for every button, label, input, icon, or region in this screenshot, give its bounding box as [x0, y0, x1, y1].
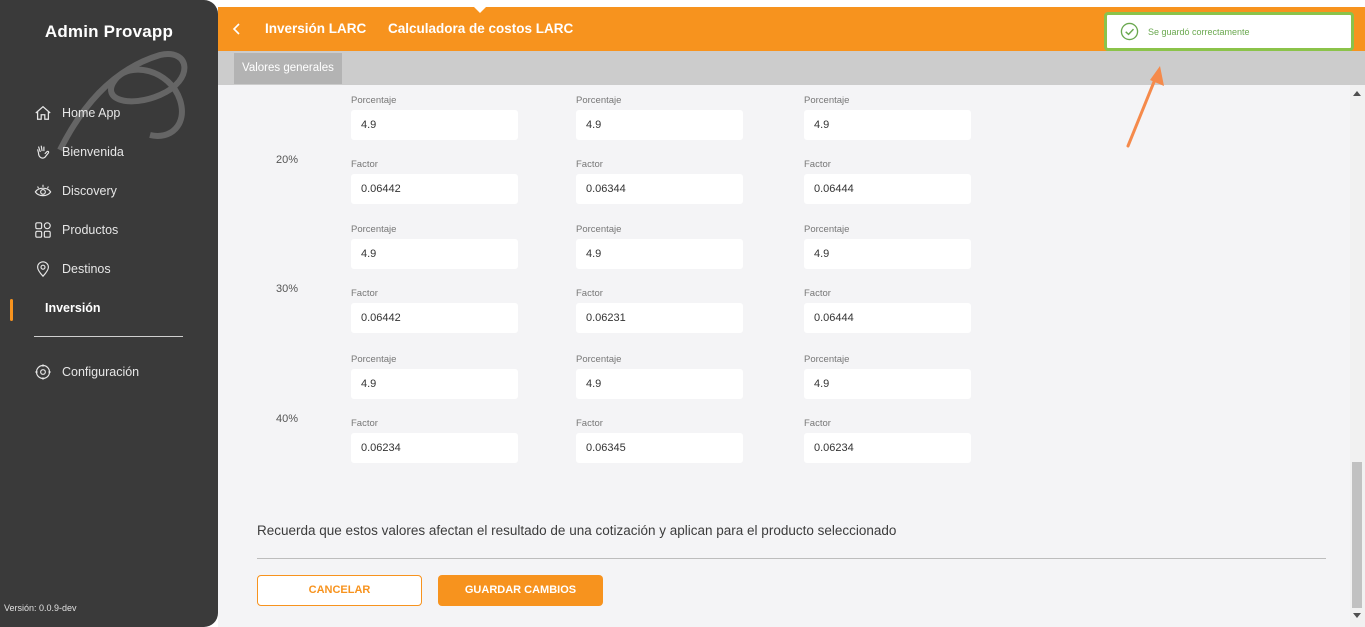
factor-label: Factor — [804, 418, 831, 429]
porcentaje-input[interactable]: 4.9 — [804, 369, 971, 399]
factor-input[interactable]: 0.06442 — [351, 303, 518, 333]
porcentaje-label: Porcentaje — [804, 95, 850, 106]
save-changes-button[interactable]: GUARDAR CAMBIOS — [438, 575, 603, 606]
breadcrumb-inversion-larc[interactable]: Inversión LARC — [265, 21, 366, 36]
sidebar-item-label: Home App — [62, 106, 121, 120]
sidebar-item-bienvenida[interactable]: Bienvenida — [34, 141, 124, 163]
porcentaje-input[interactable]: 4.9 — [351, 239, 518, 269]
sidebar-item-destinos[interactable]: Destinos — [34, 258, 111, 280]
porcentaje-input[interactable]: 4.9 — [351, 369, 518, 399]
sidebar-item-inversion[interactable]: Inversión — [45, 297, 101, 319]
tab-strip: Valores generales — [218, 51, 1365, 85]
porcentaje-label: Porcentaje — [576, 354, 622, 365]
porcentaje-input[interactable]: 4.9 — [351, 110, 518, 140]
sidebar-item-productos[interactable]: Productos — [34, 219, 118, 241]
factor-label: Factor — [804, 159, 831, 170]
version-label: Versión: 0.0.9-dev — [4, 603, 77, 613]
settings-icon — [35, 364, 51, 380]
porcentaje-input[interactable]: 4.9 — [804, 110, 971, 140]
row-percentage-label: 30% — [276, 283, 299, 295]
porcentaje-label: Porcentaje — [351, 95, 397, 106]
tab-valores-generales[interactable]: Valores generales — [234, 53, 342, 84]
factor-label: Factor — [804, 288, 831, 299]
scrollbar-thumb[interactable] — [1352, 462, 1362, 608]
sidebar-divider — [34, 336, 183, 337]
porcentaje-input[interactable]: 4.9 — [576, 110, 743, 140]
sidebar-item-label: Configuración — [62, 365, 140, 379]
row-percentage-label: 20% — [276, 154, 299, 166]
factor-label: Factor — [351, 418, 378, 429]
factor-label: Factor — [576, 418, 603, 429]
sidebar-item-label: Inversión — [45, 301, 101, 315]
eye-icon — [34, 184, 52, 197]
factor-input[interactable]: 0.06234 — [351, 433, 518, 463]
grid-icon — [35, 222, 51, 238]
sidebar-item-label: Bienvenida — [62, 145, 124, 159]
toast-message: Se guardó correctamente — [1148, 26, 1250, 37]
factor-input[interactable]: 0.06234 — [804, 433, 971, 463]
content-divider — [257, 558, 1326, 559]
factor-input[interactable]: 0.06231 — [576, 303, 743, 333]
sidebar-item-label: Discovery — [62, 184, 117, 198]
porcentaje-label: Porcentaje — [351, 224, 397, 235]
factor-label: Factor — [576, 159, 603, 170]
porcentaje-label: Porcentaje — [804, 354, 850, 365]
breadcrumb-notch — [474, 7, 486, 13]
porcentaje-label: Porcentaje — [804, 224, 850, 235]
success-toast: Se guardó correctamente — [1104, 12, 1354, 51]
factor-input[interactable]: 0.06444 — [804, 174, 971, 204]
porcentaje-label: Porcentaje — [351, 354, 397, 365]
waving-hand-icon — [37, 145, 50, 159]
factor-label: Factor — [351, 288, 378, 299]
scroll-down-arrow-icon[interactable] — [1353, 613, 1361, 618]
home-icon — [35, 105, 51, 120]
porcentaje-input[interactable]: 4.9 — [576, 369, 743, 399]
factor-label: Factor — [351, 159, 378, 170]
location-pin-icon — [37, 261, 49, 278]
sidebar-item-configuracion[interactable]: Configuración — [34, 361, 139, 383]
sidebar: Admin Provapp Home App Bienvenida Discov… — [0, 0, 218, 627]
porcentaje-label: Porcentaje — [576, 224, 622, 235]
factor-input[interactable]: 0.06444 — [804, 303, 971, 333]
factor-input[interactable]: 0.06442 — [351, 174, 518, 204]
sidebar-item-discovery[interactable]: Discovery — [34, 180, 117, 202]
porcentaje-label: Porcentaje — [576, 95, 622, 106]
active-indicator — [10, 299, 13, 321]
scroll-up-arrow-icon[interactable] — [1353, 91, 1361, 96]
sidebar-item-label: Destinos — [62, 262, 111, 276]
cancel-button[interactable]: CANCELAR — [257, 575, 422, 606]
porcentaje-input[interactable]: 4.9 — [804, 239, 971, 269]
notice-text: Recuerda que estos valores afectan el re… — [257, 523, 897, 538]
porcentaje-input[interactable]: 4.9 — [576, 239, 743, 269]
sidebar-item-home-app[interactable]: Home App — [34, 102, 120, 124]
sidebar-item-label: Productos — [62, 223, 119, 237]
breadcrumb-calculadora: Calculadora de costos LARC — [388, 21, 574, 36]
annotation-arrow-icon — [1126, 66, 1164, 148]
app-title: Admin Provapp — [44, 22, 174, 41]
factor-label: Factor — [576, 288, 603, 299]
factor-input[interactable]: 0.06345 — [576, 433, 743, 463]
check-circle-icon — [1120, 22, 1139, 41]
factor-input[interactable]: 0.06344 — [576, 174, 743, 204]
row-percentage-label: 40% — [276, 413, 299, 425]
chevron-left-icon[interactable] — [230, 19, 244, 39]
